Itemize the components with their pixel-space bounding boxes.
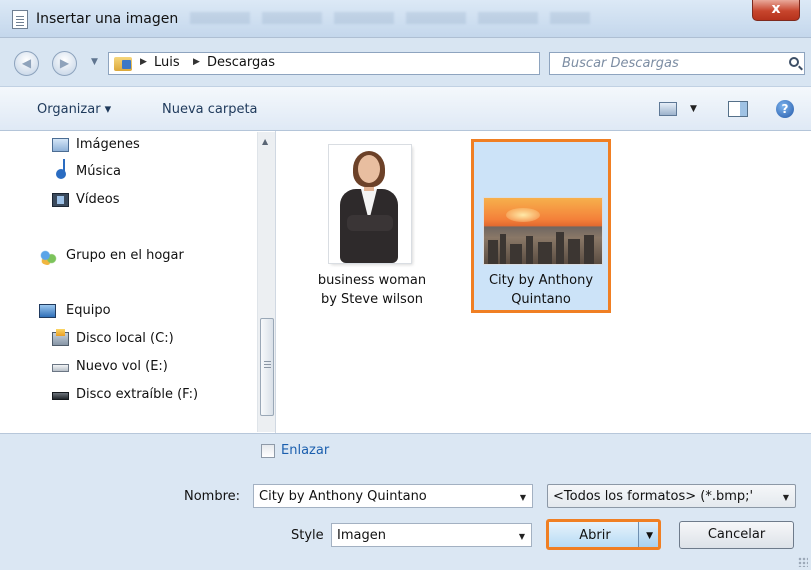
file-thumbnail: [329, 145, 411, 263]
nav-item-label: Nuevo vol (E:): [76, 359, 168, 374]
breadcrumb-separator-icon[interactable]: ▶: [193, 57, 200, 67]
images-library-icon: [52, 138, 69, 152]
search-icon[interactable]: [789, 57, 799, 67]
navigation-pane: Imágenes Música Vídeos Grupo en el hogar…: [0, 131, 276, 433]
drive-icon: [52, 364, 69, 372]
video-film-icon: [52, 193, 69, 207]
file-name: business woman by Steve wilson: [317, 273, 427, 307]
open-button[interactable]: Abrir ▼: [546, 519, 661, 550]
new-folder-button[interactable]: Nueva carpeta: [162, 102, 258, 117]
style-select[interactable]: Imagen ▼: [331, 523, 532, 547]
back-button[interactable]: ◀: [14, 51, 39, 76]
style-label: Style: [291, 528, 324, 543]
resize-grip-icon[interactable]: [798, 557, 808, 567]
nav-item-label: Disco local (C:): [76, 331, 174, 346]
homegroup-icon: [39, 249, 57, 265]
open-options-dropdown[interactable]: ▼: [638, 522, 658, 547]
filename-label: Nombre:: [184, 489, 241, 504]
file-item-city[interactable]: City by Anthony Quintano: [471, 139, 611, 313]
breadcrumb[interactable]: ▶ Luis ▶ Descargas ▼ ↻: [108, 52, 640, 75]
removable-disk-icon: [52, 392, 69, 400]
file-name: City by Anthony Quintano: [488, 273, 594, 307]
file-list: business woman by Steve wilson City by A…: [276, 131, 811, 433]
file-item-business-woman[interactable]: business woman by Steve wilson: [302, 139, 442, 313]
search-input[interactable]: Buscar Descargas: [549, 52, 805, 75]
file-thumbnail: [484, 198, 602, 264]
breadcrumb-separator-icon[interactable]: ▶: [140, 57, 147, 67]
window-title: Insertar una imagen: [36, 11, 179, 27]
chevron-down-icon[interactable]: ▼: [520, 493, 526, 502]
chevron-down-icon[interactable]: ▼: [783, 493, 789, 502]
nav-scrollbar[interactable]: ▲: [257, 132, 275, 432]
help-icon[interactable]: ?: [776, 100, 794, 118]
nav-item-label: Vídeos: [76, 192, 120, 207]
breadcrumb-item-descargas[interactable]: Descargas: [207, 55, 275, 70]
chevron-down-icon: ▼: [646, 531, 653, 541]
downloads-folder-icon: [114, 57, 132, 71]
nav-item-label: Grupo en el hogar: [66, 248, 184, 263]
view-options-dropdown[interactable]: ▼: [690, 104, 697, 114]
open-button-label: Abrir: [579, 528, 611, 543]
computer-icon: [39, 304, 56, 318]
filename-value: City by Anthony Quintano: [259, 489, 427, 504]
change-view-icon[interactable]: [659, 102, 677, 116]
dialog-footer: Enlazar Nombre: City by Anthony Quintano…: [0, 433, 811, 570]
title-bar: Insertar una imagen x: [0, 0, 811, 38]
search-placeholder: Buscar Descargas: [562, 56, 679, 71]
style-value: Imagen: [337, 528, 386, 543]
organize-button[interactable]: Organizar ▾: [37, 102, 111, 117]
nav-item-label: Equipo: [66, 303, 111, 318]
preview-pane-icon[interactable]: [728, 101, 748, 117]
nav-item-label: Disco extraíble (F:): [76, 387, 199, 402]
scrollbar-thumb[interactable]: [260, 318, 274, 416]
command-toolbar: Organizar ▾ Nueva carpeta ▼ ?: [0, 86, 811, 131]
music-note-icon: [56, 159, 66, 179]
link-checkbox[interactable]: [261, 444, 275, 458]
recent-pages-dropdown[interactable]: ▼: [91, 57, 98, 67]
forward-button[interactable]: ▶: [52, 51, 77, 76]
grip-icon: [264, 361, 271, 368]
chevron-down-icon[interactable]: ▼: [519, 532, 525, 541]
filetype-value: <Todos los formatos> (*.bmp;': [553, 489, 754, 504]
cancel-button[interactable]: Cancelar: [679, 521, 794, 549]
document-icon: [12, 10, 28, 29]
scroll-up-arrow-icon[interactable]: ▲: [262, 137, 268, 146]
close-button[interactable]: x: [752, 0, 800, 21]
breadcrumb-item-luis[interactable]: Luis: [154, 55, 180, 70]
address-bar: ◀ ▶ ▼ ▶ Luis ▶ Descargas ▼ ↻ Buscar Desc…: [0, 38, 811, 86]
title-bar-background: [190, 12, 590, 24]
filename-field[interactable]: City by Anthony Quintano ▼: [253, 484, 533, 508]
link-checkbox-label[interactable]: Enlazar: [281, 443, 329, 458]
nav-item-label: Imágenes: [76, 137, 140, 152]
filetype-select[interactable]: <Todos los formatos> (*.bmp;' ▼: [547, 484, 796, 508]
nav-item-label: Música: [76, 164, 121, 179]
local-disk-icon: [52, 329, 69, 346]
